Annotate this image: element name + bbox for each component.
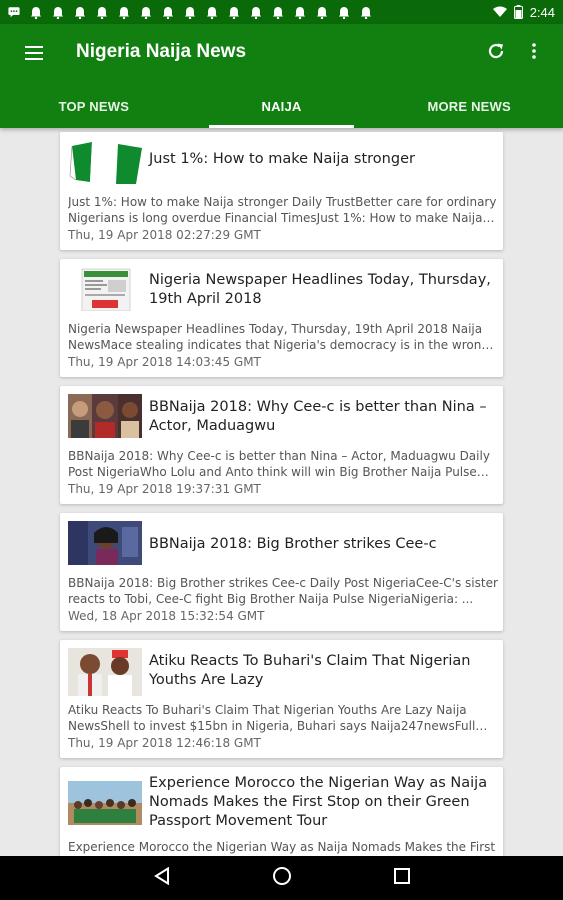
article-summary: BBNaija 2018: Big Brother strikes Cee-c …	[68, 576, 498, 606]
article-summary: Just 1%: How to make Naija stronger Dail…	[68, 195, 497, 225]
menu-button[interactable]	[20, 40, 48, 68]
bell-icon	[338, 6, 350, 19]
more-vert-icon	[532, 43, 536, 63]
bell-icon	[206, 6, 218, 19]
tab-naija[interactable]: NAIJA	[188, 84, 376, 128]
article-title: BBNaija 2018: Why Cee-c is better than N…	[149, 399, 487, 434]
article-date: Thu, 19 Apr 2018 02:27:29 GMT	[68, 228, 261, 242]
status-time: 2:44	[529, 4, 555, 20]
article-date: Thu, 19 Apr 2018 12:46:18 GMT	[68, 736, 261, 750]
bell-icon	[140, 6, 152, 19]
article-title: Atiku Reacts To Buhari's Claim That Nige…	[149, 653, 471, 688]
article-summary: BBNaija 2018: Why Cee-c is better than N…	[68, 449, 490, 479]
news-card[interactable]: BBNaija 2018: Big Brother strikes Cee-c …	[60, 513, 503, 631]
bell-icon	[52, 6, 64, 19]
app-title: Nigeria Naija News	[76, 41, 247, 62]
home-icon	[272, 866, 292, 890]
news-card[interactable]: Atiku Reacts To Buhari's Claim That Nige…	[60, 640, 503, 758]
hamburger-icon	[25, 45, 43, 64]
article-thumbnail	[68, 521, 142, 565]
tab-top-news[interactable]: TOP NEWS	[0, 84, 188, 128]
message-icon	[8, 6, 20, 18]
article-thumbnail	[68, 394, 142, 438]
article-date: Wed, 18 Apr 2018 15:32:54 GMT	[68, 609, 265, 623]
battery-icon	[513, 5, 523, 19]
article-title: BBNaija 2018: Big Brother strikes Cee-c	[149, 536, 437, 552]
article-summary: Nigeria Newspaper Headlines Today, Thurs…	[68, 322, 489, 352]
article-summary: Atiku Reacts To Buhari's Claim That Nige…	[68, 703, 476, 733]
article-thumbnail	[68, 267, 142, 311]
news-card[interactable]: Nigeria Newspaper Headlines Today, Thurs…	[60, 259, 503, 377]
bell-icon	[118, 6, 130, 19]
article-date: Thu, 19 Apr 2018 19:37:31 GMT	[68, 482, 261, 496]
news-card[interactable]: Just 1%: How to make Naija stronger Just…	[60, 132, 503, 250]
article-date: Thu, 19 Apr 2018 14:03:45 GMT	[68, 355, 261, 369]
news-card[interactable]: BBNaija 2018: Why Cee-c is better than N…	[60, 386, 503, 504]
notification-icons	[8, 6, 372, 19]
article-title: Just 1%: How to make Naija stronger	[149, 151, 415, 167]
bell-icon	[30, 6, 42, 19]
back-icon	[154, 866, 170, 889]
bell-icon	[360, 6, 372, 19]
recents-button[interactable]	[390, 866, 414, 890]
refresh-icon	[487, 42, 505, 64]
bell-icon	[316, 6, 328, 19]
article-thumbnail	[68, 781, 142, 825]
bell-icon	[272, 6, 284, 19]
article-thumbnail	[68, 140, 142, 184]
bell-icon	[162, 6, 174, 19]
status-bar: 2:44	[0, 0, 563, 24]
tab-more-news[interactable]: MORE NEWS	[375, 84, 563, 128]
bell-icon	[294, 6, 306, 19]
overflow-menu-button[interactable]	[522, 40, 546, 66]
toolbar: Nigeria Naija News	[0, 24, 563, 84]
bell-icon	[74, 6, 86, 19]
bell-icon	[96, 6, 108, 19]
navigation-bar	[0, 856, 563, 900]
home-button[interactable]	[270, 866, 294, 890]
status-right: 2:44	[492, 4, 555, 20]
article-thumbnail	[68, 648, 142, 696]
article-summary: Experience Morocco the Nigerian Way as N…	[68, 840, 496, 854]
tab-bar: TOP NEWS NAIJA MORE NEWS	[0, 84, 563, 128]
recents-icon	[394, 868, 410, 888]
wifi-icon	[492, 6, 507, 18]
bell-icon	[184, 6, 196, 19]
back-button[interactable]	[150, 866, 174, 890]
app-bar: Nigeria Naija News TOP NEWS NAIJA MORE N…	[0, 24, 563, 128]
bell-icon	[228, 6, 240, 19]
article-title: Nigeria Newspaper Headlines Today, Thurs…	[149, 272, 491, 307]
article-title: Experience Morocco the Nigerian Way as N…	[149, 775, 488, 829]
refresh-button[interactable]	[483, 40, 509, 66]
bell-icon	[250, 6, 262, 19]
